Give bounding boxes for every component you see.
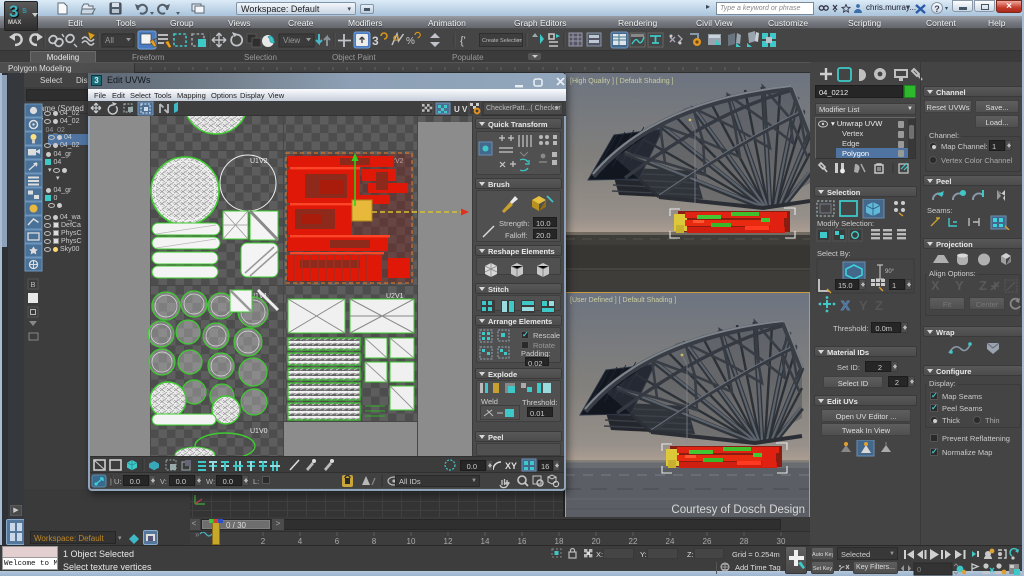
svg-text:{': {' xyxy=(460,35,466,47)
svg-text:XY: XY xyxy=(505,461,517,471)
svg-text:Modify Selection:: Modify Selection: xyxy=(817,219,874,228)
svg-text:Courtesy of Dosch Design: Courtesy of Dosch Design xyxy=(671,504,805,516)
svg-text:B: B xyxy=(31,280,36,289)
svg-text:[High Quality ] [ Default Shad: [High Quality ] [ Default Shading ] xyxy=(570,78,674,85)
svg-text:X: X xyxy=(841,298,850,313)
svg-text:All: All xyxy=(105,36,114,45)
svg-text:U V: U V xyxy=(454,105,468,114)
svg-text:Y: Y xyxy=(859,298,868,313)
svg-text:View: View xyxy=(283,36,300,45)
svg-text:[User Defined ] [ Default Shad: [User Defined ] [ Default Shading ] xyxy=(570,297,676,304)
svg-text:3: 3 xyxy=(372,34,379,48)
svg-text:Z: Z xyxy=(875,298,883,313)
svg-text:Select By:: Select By: xyxy=(817,249,851,258)
svg-text:%: % xyxy=(406,36,415,47)
svg-text:0: 0 xyxy=(917,565,921,574)
